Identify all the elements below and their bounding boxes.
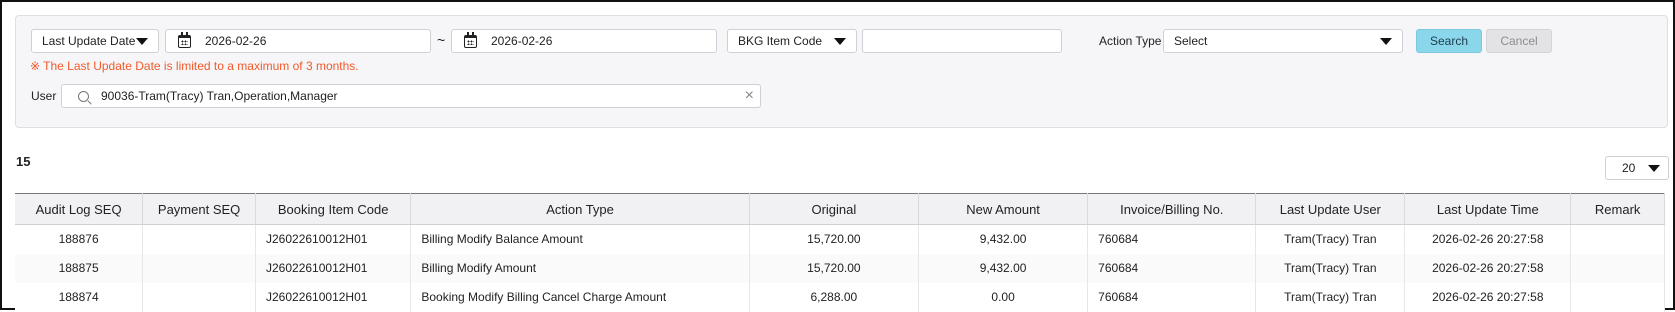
user-search-field[interactable]: 90036-Tram(Tracy) Tran,Operation,Manager… [61, 84, 761, 108]
column-header[interactable]: Action Type [410, 193, 750, 225]
cell-invoice-billing-no: 760684 [1087, 282, 1257, 312]
action-type-select[interactable]: Select [1163, 29, 1403, 53]
date-range-separator: ~ [437, 32, 446, 48]
cell-original: 15,720.00 [749, 253, 919, 283]
cell-last-update-time: 2026-02-26 20:27:58 [1404, 282, 1572, 312]
column-header[interactable]: Audit Log SEQ [15, 193, 144, 225]
cell-last-update-time: 2026-02-26 20:27:58 [1404, 224, 1572, 254]
cell-invoice-billing-no: 760684 [1087, 224, 1257, 254]
column-header[interactable]: Booking Item Code [255, 193, 412, 225]
table-row[interactable]: 188875 J26022610012H01 Billing Modify Am… [15, 253, 1665, 283]
item-code-type-value: BKG Item Code [738, 34, 823, 48]
audit-log-table: Audit Log SEQ Payment SEQ Booking Item C… [15, 193, 1665, 312]
chevron-down-icon [834, 38, 846, 45]
cell-last-update-time: 2026-02-26 20:27:58 [1404, 253, 1572, 283]
chevron-down-icon [1380, 38, 1392, 45]
cell-new-amount: 9,432.00 [918, 253, 1089, 283]
cell-audit-log-seq: 188874 [15, 282, 144, 312]
action-type-value: Select [1174, 34, 1208, 48]
date-range-warning: ※ The Last Update Date is limited to a m… [30, 59, 359, 73]
column-header[interactable]: Remark [1570, 193, 1665, 225]
cell-audit-log-seq: 188875 [15, 253, 144, 283]
user-value: 90036-Tram(Tracy) Tran,Operation,Manager [101, 89, 338, 103]
table-row[interactable]: 188874 J26022610012H01 Booking Modify Bi… [15, 282, 1665, 312]
date-from-field[interactable]: 2026-02-26 [165, 29, 431, 53]
cell-last-update-user: Tram(Tracy) Tran [1255, 282, 1406, 312]
cell-remark [1570, 224, 1665, 254]
cell-remark [1570, 282, 1665, 312]
column-header[interactable]: New Amount [918, 193, 1089, 225]
date-type-value: Last Update Date [42, 34, 136, 48]
cell-action-type: Booking Modify Billing Cancel Charge Amo… [410, 282, 750, 312]
chevron-down-icon [1648, 165, 1660, 172]
item-code-type-select[interactable]: BKG Item Code [727, 29, 857, 53]
column-header[interactable]: Last Update Time [1404, 193, 1572, 225]
date-to-value: 2026-02-26 [491, 34, 553, 48]
date-from-value: 2026-02-26 [205, 34, 267, 48]
cell-payment-seq [142, 224, 256, 254]
cell-original: 6,288.00 [749, 282, 919, 312]
cell-last-update-user: Tram(Tracy) Tran [1255, 224, 1406, 254]
chevron-down-icon [136, 38, 148, 45]
calendar-icon [178, 31, 191, 48]
user-label: User [31, 89, 57, 103]
cell-booking-item-code: J26022610012H01 [255, 224, 412, 254]
result-count: 15 [16, 154, 31, 169]
cancel-button[interactable]: Cancel [1486, 29, 1552, 53]
column-header[interactable]: Invoice/Billing No. [1087, 193, 1257, 225]
page-size-select[interactable]: 20 [1605, 156, 1669, 180]
column-header[interactable]: Last Update User [1255, 193, 1406, 225]
cell-booking-item-code: J26022610012H01 [255, 282, 412, 312]
search-icon [78, 90, 89, 102]
cell-action-type: Billing Modify Balance Amount [410, 224, 750, 254]
date-to-field[interactable]: 2026-02-26 [451, 29, 717, 53]
cell-new-amount: 0.00 [918, 282, 1089, 312]
calendar-icon [464, 31, 477, 48]
cell-payment-seq [142, 282, 256, 312]
cell-payment-seq [142, 253, 256, 283]
item-code-input[interactable] [862, 29, 1062, 53]
cell-invoice-billing-no: 760684 [1087, 253, 1257, 283]
cell-remark [1570, 253, 1665, 283]
search-button[interactable]: Search [1416, 29, 1482, 53]
table-header-row: Audit Log SEQ Payment SEQ Booking Item C… [15, 193, 1665, 225]
filter-panel: Last Update Date 2026-02-26 ~ 2026-02-26… [15, 15, 1668, 128]
cell-booking-item-code: J26022610012H01 [255, 253, 412, 283]
cell-audit-log-seq: 188876 [15, 224, 144, 254]
table-row[interactable]: 188876 J26022610012H01 Billing Modify Ba… [15, 224, 1665, 254]
cell-action-type: Billing Modify Amount [410, 253, 750, 283]
date-type-select[interactable]: Last Update Date [31, 29, 159, 53]
column-header[interactable]: Original [749, 193, 919, 225]
cell-last-update-user: Tram(Tracy) Tran [1255, 253, 1406, 283]
action-type-label: Action Type [1099, 34, 1162, 48]
column-header[interactable]: Payment SEQ [142, 193, 256, 225]
page-size-value: 20 [1622, 161, 1636, 175]
clear-icon[interactable]: × [745, 88, 754, 104]
cell-original: 15,720.00 [749, 224, 919, 254]
cell-new-amount: 9,432.00 [918, 224, 1089, 254]
